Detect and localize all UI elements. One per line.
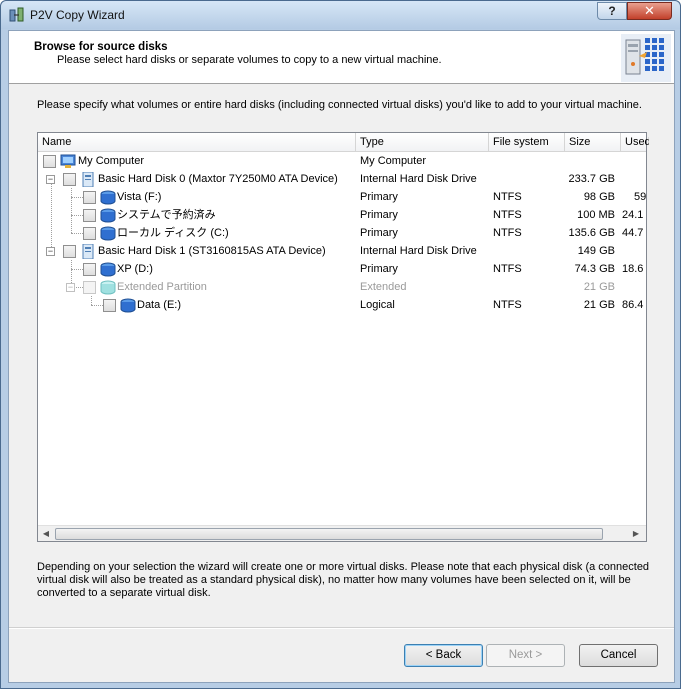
scrollbar-thumb[interactable] [55,528,603,540]
row-name: Extended Partition [117,281,207,293]
help-button[interactable]: ? [597,2,627,20]
collapse-toggle[interactable]: − [46,247,55,256]
app-icon [9,7,24,22]
row-name: Basic Hard Disk 1 (ST3160815AS ATA Devic… [98,245,326,257]
wizard-body: Browse for source disks Please select ha… [8,30,675,683]
row-type: My Computer [360,155,427,167]
column-header-used[interactable]: Used [621,133,649,152]
row-name: My Computer [78,155,145,167]
collapse-toggle[interactable]: − [66,283,75,292]
volume-icon [100,208,116,223]
volume-icon [100,262,116,277]
row-type: Internal Hard Disk Drive [360,245,477,257]
row-name: XP (D:) [117,263,153,275]
list-header: Name Type File system Size Used [38,133,649,152]
row-name: Basic Hard Disk 0 (Maxtor 7Y250M0 ATA De… [98,173,338,185]
row-type: Primary [360,227,398,239]
row-used: 86.4 [622,299,644,311]
row-name: Vista (F:) [117,191,162,203]
column-header-file-system[interactable]: File system [489,133,565,152]
close-button[interactable]: ✕ [627,2,672,20]
row-checkbox[interactable] [83,209,96,222]
row-name: ローカル ディスク (C:) [117,227,229,239]
row-size: 21 GB [583,299,615,311]
row-checkbox[interactable] [83,263,96,276]
row-size: 100 MB [577,209,615,221]
row-size: 74.3 GB [574,263,615,275]
footer-divider [9,627,674,629]
row-checkbox[interactable] [83,227,96,240]
selection-note: Depending on your selection the wizard w… [37,561,650,599]
wizard-header: Browse for source disks Please select ha… [9,31,674,84]
page-subtitle: Please select hard disks or separate vol… [57,54,442,66]
tree-row-volume[interactable]: ローカル ディスク (C:) Primary NTFS 135.6 GB 44.… [38,224,646,242]
tree-row-hard-disk-1[interactable]: − Basic Hard Disk 1 (ST3160815AS ATA Dev… [38,242,646,260]
row-checkbox[interactable] [63,173,76,186]
row-type: Logical [360,299,395,311]
row-checkbox[interactable] [43,155,56,168]
computer-icon [60,154,76,168]
column-header-type[interactable]: Type [356,133,489,152]
tree-row-volume[interactable]: システムで予約済み Primary NTFS 100 MB 24.1 [38,206,646,224]
row-size: 98 GB [583,191,615,203]
row-file-system: NTFS [493,227,522,239]
column-header-size[interactable]: Size [565,133,621,152]
row-size: 233.7 GB [568,173,615,185]
row-file-system: NTFS [493,263,522,275]
instructions-text: Please specify what volumes or entire ha… [37,99,642,111]
row-checkbox[interactable] [103,299,116,312]
volume-icon [120,298,136,313]
row-checkbox [83,281,96,294]
row-checkbox[interactable] [63,245,76,258]
window-title: P2V Copy Wizard [30,8,125,22]
back-button[interactable]: < Back [404,644,483,667]
next-button[interactable]: Next > [486,644,565,667]
row-file-system: NTFS [493,209,522,221]
scroll-right-arrow-icon[interactable]: ▶ [628,526,644,542]
page-title: Browse for source disks [34,41,168,53]
horizontal-scrollbar[interactable]: ◀ ▶ [38,525,646,541]
volume-icon [100,226,116,241]
tree-row-extended-partition[interactable]: − Extended Partition Extended 21 GB [38,278,646,296]
column-header-name[interactable]: Name [38,133,356,152]
row-used: 59 [634,191,646,203]
row-size: 21 GB [583,281,615,293]
scroll-left-arrow-icon[interactable]: ◀ [38,526,54,542]
volume-icon [100,190,116,205]
row-type: Extended [360,281,407,293]
wizard-graphic-icon [621,34,671,82]
row-file-system: NTFS [493,299,522,311]
row-name: Data (E:) [137,299,182,311]
row-type: Primary [360,209,398,221]
tree-row-hard-disk-0[interactable]: − Basic Hard Disk 0 (Maxtor 7Y250M0 ATA … [38,170,646,188]
hard-disk-icon [82,244,94,259]
row-name: システムで予約済み [117,209,216,221]
row-type: Primary [360,191,398,203]
tree-row-volume[interactable]: Vista (F:) Primary NTFS 98 GB 59 [38,188,646,206]
disk-tree-list[interactable]: Name Type File system Size Used My Compu… [37,132,649,542]
row-checkbox[interactable] [83,191,96,204]
row-type: Internal Hard Disk Drive [360,173,477,185]
extended-partition-icon [100,280,116,295]
title-bar[interactable]: P2V Copy Wizard ? ✕ [1,1,680,29]
row-used: 24.1 [622,209,644,221]
tree-row-volume[interactable]: Data (E:) Logical NTFS 21 GB 86.4 [38,296,646,314]
hard-disk-icon [82,172,94,187]
row-file-system: NTFS [493,191,522,203]
row-size: 135.6 GB [568,227,615,239]
row-used: 44.7 [622,227,644,239]
row-size: 149 GB [577,245,615,257]
row-used: 18.6 [622,263,644,275]
cancel-button[interactable]: Cancel [579,644,658,667]
wizard-window: P2V Copy Wizard ? ✕ Browse for source di… [0,0,681,689]
row-type: Primary [360,263,398,275]
collapse-toggle[interactable]: − [46,175,55,184]
tree-row-my-computer[interactable]: My Computer My Computer [38,152,646,170]
tree-row-volume[interactable]: XP (D:) Primary NTFS 74.3 GB 18.6 [38,260,646,278]
